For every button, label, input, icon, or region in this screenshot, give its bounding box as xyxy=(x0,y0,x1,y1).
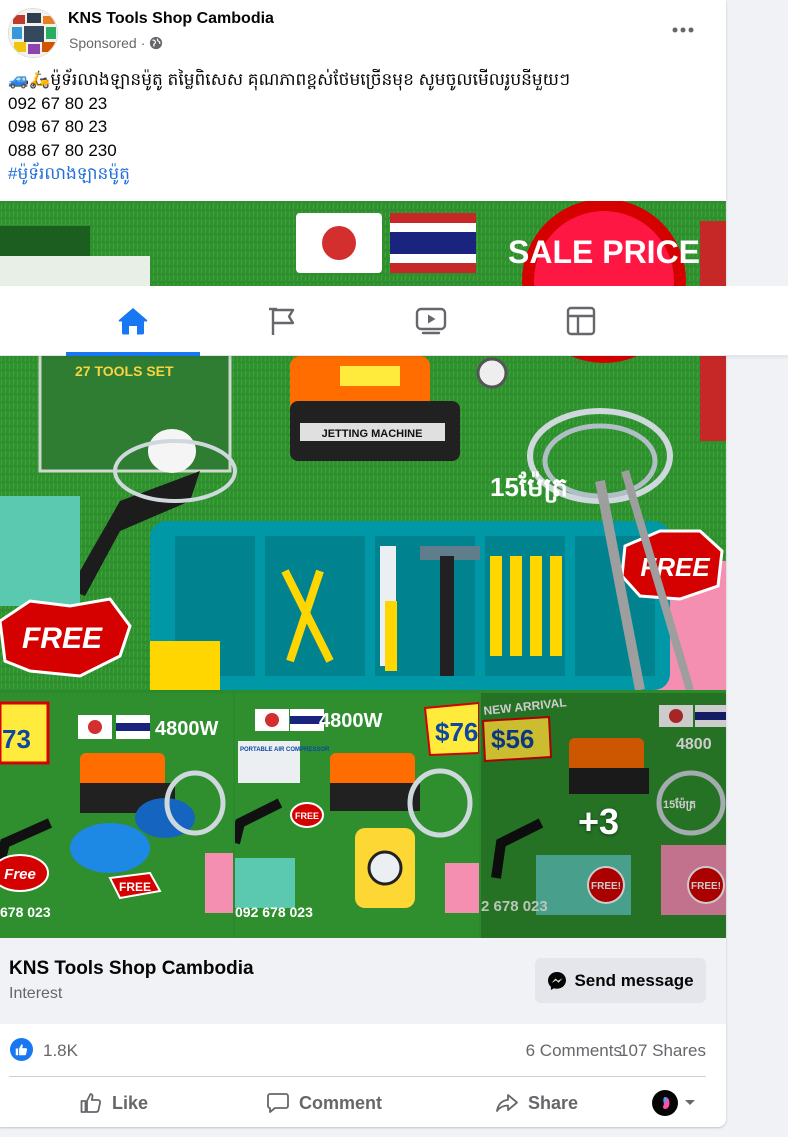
toolset-label: 27 TOOLS SET xyxy=(75,363,174,379)
share-icon xyxy=(496,1094,518,1112)
product-thumbnail-more[interactable]: NEW ARRIVAL $56 4800 15ម៉ែត្រ FREE! FREE… xyxy=(481,693,726,938)
feeds-icon xyxy=(566,306,596,336)
free-badge-text: FREE xyxy=(22,622,103,655)
share-label: Share xyxy=(528,1092,579,1113)
chevron-down-icon xyxy=(685,1100,695,1105)
hashtag-link[interactable]: #ម៉ូទ័រលាងឡានម៉ូតូ xyxy=(8,162,718,186)
product-thumbnail[interactable]: 4800W $76 PORTABLE AIR COMPRESSOR FREE 0… xyxy=(235,693,479,938)
phone-overlay: 092 678 023 xyxy=(235,904,313,920)
post-header: KNS Tools Shop Cambodia Sponsored · xyxy=(0,0,726,64)
page-avatar[interactable] xyxy=(8,8,58,58)
video-icon xyxy=(415,307,447,335)
phone-number: 098 67 80 23 xyxy=(8,117,108,136)
more-options-button[interactable] xyxy=(668,18,698,42)
wattage-label: 4800W xyxy=(155,718,218,740)
comment-button[interactable]: Comment xyxy=(266,1089,382,1117)
phone-number: 092 67 80 23 xyxy=(8,93,108,113)
post-text: 🚙🛵ម៉ូទ័រលាងឡានម៉ូតូ តម្លៃពិសេស គុណភាពខ្ព… xyxy=(8,68,718,186)
price-tag: $76 xyxy=(435,717,478,747)
like-button[interactable]: Like xyxy=(79,1089,148,1117)
like-reaction-icon[interactable] xyxy=(10,1038,33,1061)
hose-length-label: 15ម៉ែត្រ xyxy=(490,471,568,503)
free-badge-text: FREE xyxy=(295,811,319,821)
post-caption: 🚙🛵ម៉ូទ័រលាងឡានម៉ូតូ តម្លៃពិសេស គុណភាពខ្ព… xyxy=(8,70,571,89)
reaction-profile-selector[interactable] xyxy=(652,1089,696,1117)
like-label: Like xyxy=(112,1092,149,1113)
sale-badge-text: SALE PRICE xyxy=(508,234,700,270)
share-button[interactable]: Share xyxy=(495,1089,578,1117)
sponsored-text: Sponsored xyxy=(69,35,137,51)
main-product-image[interactable]: 27 TOOLS SET SALE PRICE JETTING MACHINE xyxy=(0,201,726,690)
more-horizontal-icon xyxy=(672,27,694,33)
comment-icon xyxy=(267,1093,289,1113)
tab-feeds[interactable] xyxy=(514,286,648,356)
tab-home[interactable] xyxy=(66,286,200,356)
free-badge-text: FREE xyxy=(119,880,151,894)
tab-pages[interactable] xyxy=(216,286,350,356)
profile-glyph-icon xyxy=(663,1097,670,1109)
page-name-link[interactable]: KNS Tools Shop Cambodia xyxy=(68,10,274,28)
navigation-bar xyxy=(0,286,788,356)
box-label: PORTABLE AIR COMPRESSOR xyxy=(240,747,330,753)
home-icon xyxy=(118,308,148,335)
wattage-label: 4800W xyxy=(319,710,382,732)
post-actions: Like Comment Share xyxy=(0,1077,726,1127)
profile-avatar xyxy=(652,1090,678,1116)
shares-count[interactable]: 107 Shares xyxy=(619,1041,706,1061)
product-thumbnail[interactable]: 73 4800W Free FREE 678 023 xyxy=(0,693,233,938)
phone-number: 088 67 80 230 xyxy=(8,140,117,160)
machine-label: JETTING MACHINE xyxy=(322,428,423,440)
free-badge-text: Free xyxy=(4,866,36,883)
send-message-button[interactable]: Send message xyxy=(535,958,706,1003)
comment-label: Comment xyxy=(299,1092,383,1113)
reaction-count[interactable]: 1.8K xyxy=(43,1041,78,1061)
comments-count[interactable]: 6 Comments xyxy=(526,1041,622,1061)
tab-watch[interactable] xyxy=(364,286,498,356)
reactions-bar: 1.8K 6 Comments 107 Shares xyxy=(0,1024,726,1076)
separator-dot: · xyxy=(140,35,146,51)
price-tag: 73 xyxy=(2,724,31,754)
globe-icon xyxy=(150,36,163,50)
cta-page-name[interactable]: KNS Tools Shop Cambodia xyxy=(9,958,254,980)
post-card: KNS Tools Shop Cambodia Sponsored · 🚙🛵ម៉… xyxy=(0,0,726,1127)
active-tab-indicator xyxy=(66,352,200,356)
cta-section: KNS Tools Shop Cambodia Interest Send me… xyxy=(0,938,726,1024)
more-photos-count: +3 xyxy=(578,801,620,842)
flag-icon xyxy=(269,307,295,335)
sponsored-label: Sponsored · xyxy=(69,35,163,51)
cta-subtitle: Interest xyxy=(9,985,63,1002)
phone-overlay: 678 023 xyxy=(0,904,51,920)
messenger-icon xyxy=(548,971,567,990)
thumbs-up-icon xyxy=(80,1093,102,1113)
send-message-label: Send message xyxy=(574,970,694,990)
